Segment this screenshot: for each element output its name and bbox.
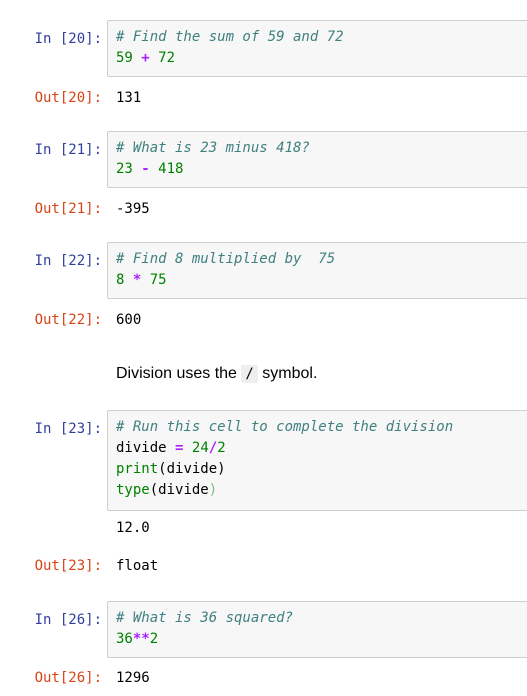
code-builtin: type bbox=[116, 482, 150, 498]
code-comment: # What is 36 squared? bbox=[116, 610, 294, 626]
code-builtin: print bbox=[116, 461, 159, 477]
code-variable: divide bbox=[158, 482, 209, 498]
out-prompt-22: Out[22]: bbox=[34, 312, 102, 328]
output-21: -395 bbox=[116, 201, 150, 217]
code-number: 2 bbox=[149, 631, 159, 647]
markdown-text: symbol. bbox=[262, 365, 318, 382]
code-comment: # Find the sum of 59 and 72 bbox=[116, 29, 344, 45]
out-prompt-26: Out[26]: bbox=[34, 670, 102, 686]
code-cell-22[interactable]: # Find 8 multiplied by 75 8 * 75 bbox=[107, 242, 527, 299]
code-comment: # Find 8 multiplied by 75 bbox=[116, 251, 336, 267]
code-cell-23[interactable]: # Run this cell to complete the division… bbox=[107, 410, 527, 511]
markdown-cell[interactable]: Division uses the / symbol. bbox=[116, 363, 317, 385]
code-operator: * bbox=[132, 272, 142, 288]
code-variable: divide bbox=[116, 440, 167, 456]
code-number: 75 bbox=[149, 272, 167, 288]
code-number: 72 bbox=[158, 50, 176, 66]
code-number: 8 bbox=[116, 272, 125, 288]
code-number: 36 bbox=[116, 631, 133, 647]
in-prompt-23: In [23]: bbox=[34, 421, 102, 437]
code-number: 418 bbox=[158, 161, 184, 177]
out-prompt-23: Out[23]: bbox=[34, 558, 102, 574]
code-cell-20[interactable]: # Find the sum of 59 and 72 59 + 72 bbox=[107, 20, 527, 77]
code-number: 23 bbox=[116, 161, 133, 177]
out-prompt-21: Out[21]: bbox=[34, 201, 102, 217]
code-operator: - bbox=[141, 161, 150, 177]
code-variable: divide bbox=[166, 461, 218, 477]
output-22: 600 bbox=[116, 312, 142, 328]
code-cell-21[interactable]: # What is 23 minus 418? 23 - 418 bbox=[107, 131, 527, 188]
code-operator: / bbox=[208, 440, 218, 456]
stdout-23: 12.0 bbox=[116, 520, 150, 536]
code-operator: + bbox=[141, 50, 150, 66]
output-23: float bbox=[116, 558, 159, 574]
code-cell-26[interactable]: # What is 36 squared? 36**2 bbox=[107, 601, 527, 658]
inline-code: / bbox=[241, 365, 258, 383]
output-26: 1296 bbox=[116, 670, 150, 686]
code-number: 59 bbox=[116, 50, 133, 66]
code-operator: = bbox=[175, 440, 184, 456]
code-comment: # What is 23 minus 418? bbox=[116, 140, 310, 156]
markdown-text: Division uses the bbox=[116, 365, 237, 382]
in-prompt-20: In [20]: bbox=[34, 31, 102, 47]
in-prompt-21: In [21]: bbox=[34, 142, 102, 158]
code-comment: # Run this cell to complete the division bbox=[116, 419, 454, 435]
in-prompt-22: In [22]: bbox=[34, 253, 102, 269]
output-20: 131 bbox=[116, 90, 142, 106]
code-number: 24 bbox=[191, 440, 209, 456]
in-prompt-26: In [26]: bbox=[34, 612, 102, 628]
code-operator: ** bbox=[132, 631, 150, 647]
out-prompt-20: Out[20]: bbox=[34, 90, 102, 106]
code-number: 2 bbox=[217, 440, 226, 456]
